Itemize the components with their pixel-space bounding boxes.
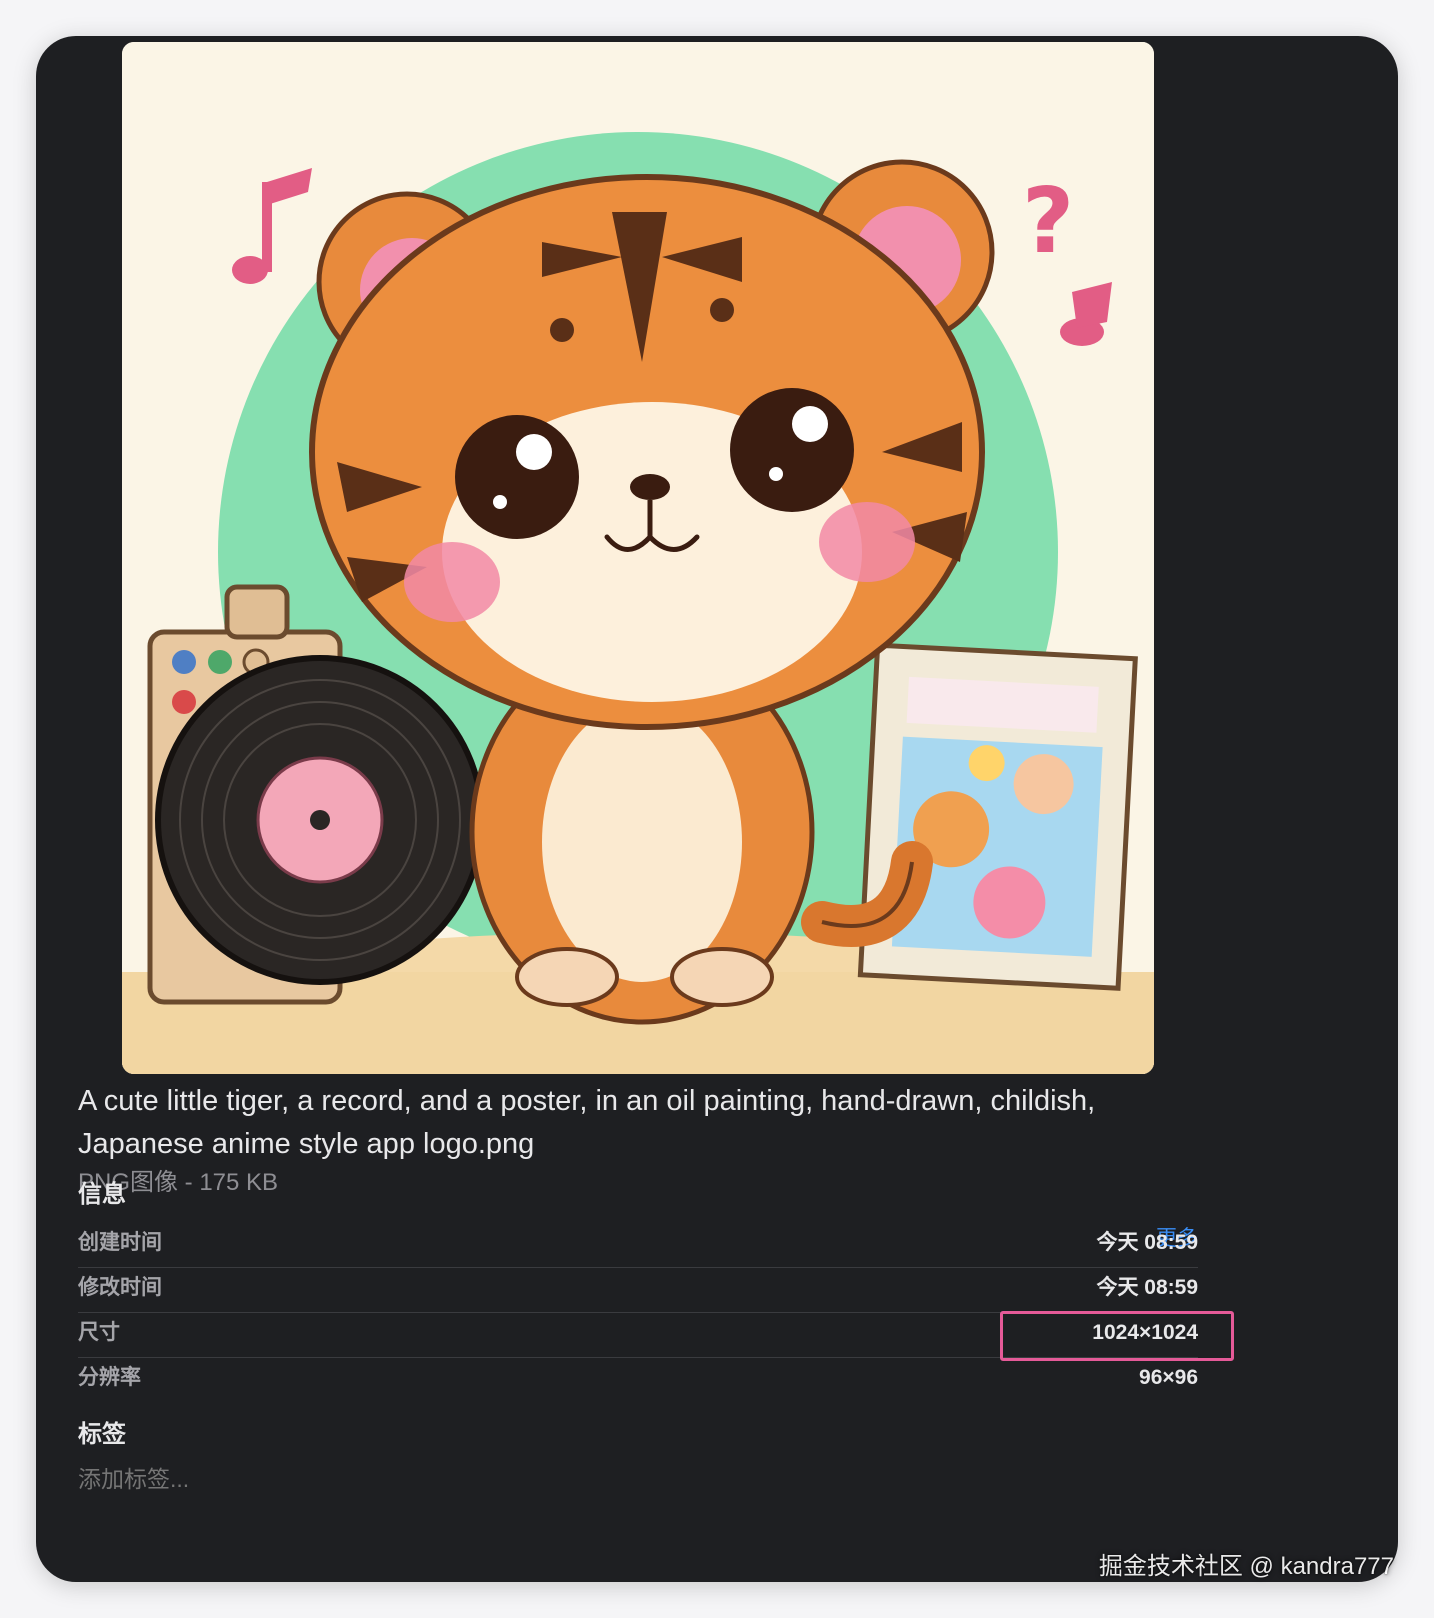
info-row-value: 96×96: [1139, 1366, 1198, 1389]
tags-section-title: 标签: [78, 1421, 126, 1448]
info-row-value: 今天 08:59: [1096, 1276, 1198, 1299]
info-section-title: 信息: [78, 1181, 126, 1208]
file-name: A cute little tiger, a record, and a pos…: [78, 1085, 1096, 1160]
info-row-value: 今天 08:59: [1096, 1231, 1198, 1254]
dimensions-highlight-box: [1000, 1311, 1234, 1361]
info-row-resolution: 分辨率 96×96: [78, 1357, 1198, 1403]
watermark: 掘金技术社区 @ kandra777: [1098, 1553, 1394, 1580]
info-row-label: 尺寸: [78, 1321, 120, 1344]
svg-text:?: ?: [1022, 169, 1074, 274]
tiger-illustration: ?: [122, 42, 1154, 1074]
info-row-label: 修改时间: [78, 1276, 162, 1299]
image-preview[interactable]: ?: [122, 42, 1154, 1074]
add-tags-input[interactable]: [78, 1462, 678, 1496]
info-row-created: 创建时间 今天 08:59: [78, 1222, 1198, 1268]
info-row-modified: 修改时间 今天 08:59: [78, 1267, 1198, 1313]
file-info-panel: ? A cute little tiger, a record, and a p…: [36, 36, 1398, 1582]
info-row-label: 分辨率: [78, 1366, 141, 1389]
info-row-label: 创建时间: [78, 1231, 162, 1254]
